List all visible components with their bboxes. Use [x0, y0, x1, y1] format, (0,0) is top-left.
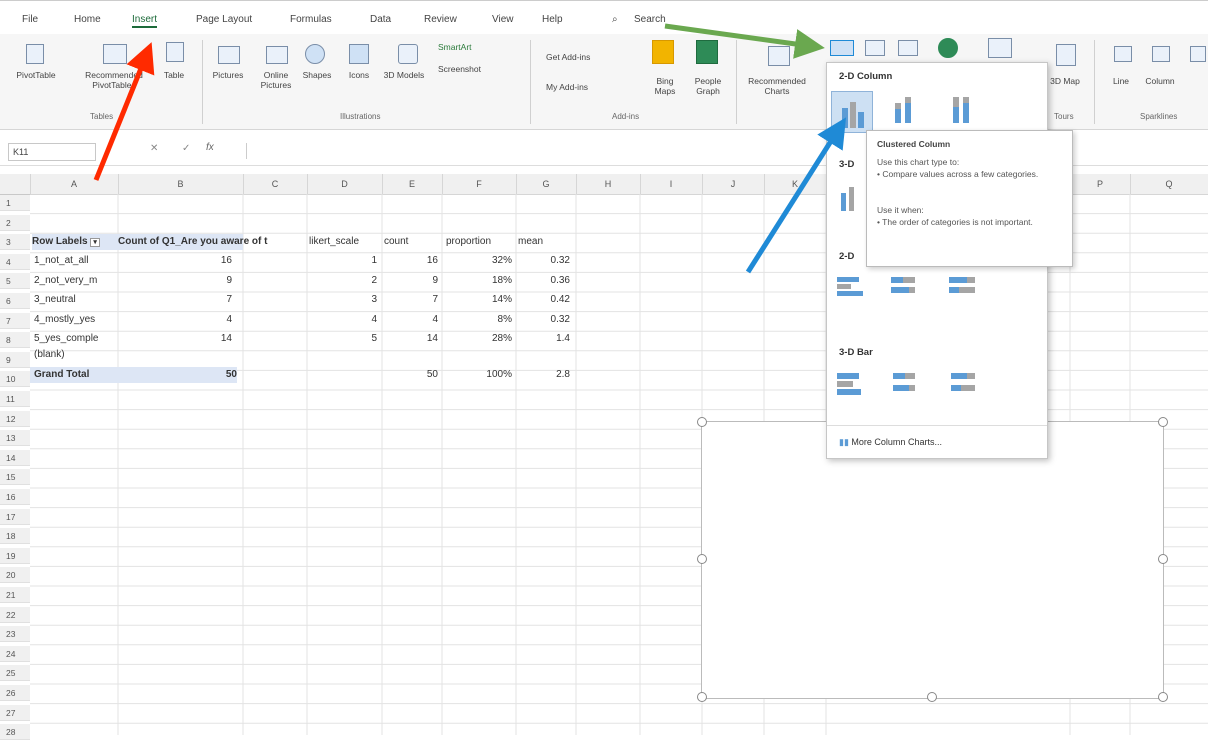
green-arrow	[664, 23, 825, 59]
red-arrow	[93, 42, 155, 181]
annotation-arrows	[93, 23, 847, 274]
blue-arrow	[745, 117, 847, 274]
